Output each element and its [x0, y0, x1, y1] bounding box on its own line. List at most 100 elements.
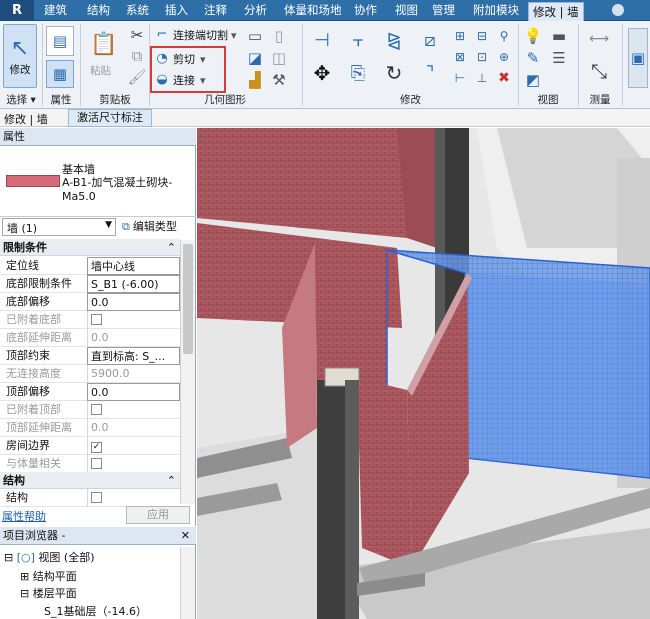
property-value[interactable]: 直到标高: S_...	[87, 347, 180, 365]
unpin-button[interactable]: ⚲	[496, 28, 512, 44]
close-icon[interactable]: ✕	[181, 527, 190, 544]
properties-help-link[interactable]: 属性帮助	[2, 508, 46, 524]
property-value[interactable]: 0.0	[87, 383, 180, 401]
apply-button[interactable]: 应用	[126, 506, 190, 524]
mirror-axis-button[interactable]: ⧎	[382, 28, 406, 52]
property-row[interactable]: 顶部偏移 0.0	[0, 383, 180, 401]
move-button[interactable]: ✥	[310, 60, 334, 86]
tree-item-views[interactable]: ⊟ [○] 视图 (全部)	[4, 549, 95, 565]
tab-systems[interactable]: 系统	[122, 0, 153, 21]
offset-button[interactable]: ⫟	[346, 28, 370, 52]
structure-checkbox-cell[interactable]	[87, 489, 180, 507]
select-group-label[interactable]: 选择 ▾	[0, 93, 42, 107]
ribbon-options-icon[interactable]	[612, 4, 624, 16]
paint-view-button[interactable]: ✎	[524, 49, 542, 67]
property-checkbox[interactable]: ✓	[91, 442, 102, 453]
property-value[interactable]: 墙中心线	[87, 257, 180, 275]
array-button[interactable]: ⊠	[452, 49, 468, 65]
delete-button[interactable]: ✖	[496, 70, 512, 86]
property-row[interactable]: 底部延伸距离 0.0	[0, 329, 180, 347]
property-row[interactable]: 底部限制条件 S_B1 (-6.00)	[0, 275, 180, 293]
property-row[interactable]: 顶部延伸距离 0.0	[0, 419, 180, 437]
tab-manage[interactable]: 管理	[428, 0, 459, 21]
collapse-tree-icon[interactable]: ⊟	[4, 551, 13, 564]
tab-annotate[interactable]: 注释	[200, 0, 231, 21]
copy-button[interactable]: ⧉	[129, 47, 145, 65]
tab-insert[interactable]: 插入	[161, 0, 192, 21]
structure-section[interactable]: 结构 ⌃	[0, 472, 180, 489]
collapse-tree-icon[interactable]: ⊟	[20, 587, 29, 600]
override-button[interactable]: ▬	[550, 27, 568, 45]
hammer-button[interactable]: ⚒	[270, 71, 288, 89]
tab-collaborate[interactable]: 协作	[350, 0, 381, 21]
expand-tree-icon[interactable]: ⊞	[20, 570, 29, 583]
scrollbar-thumb[interactable]	[183, 244, 193, 354]
split-face-button[interactable]: ▯	[270, 27, 288, 45]
dimension-button[interactable]: ⤡	[584, 58, 614, 84]
remove-paint-button[interactable]: ◫	[270, 49, 288, 67]
constraints-section[interactable]: 限制条件 ⌃	[0, 239, 180, 256]
type-selector[interactable]: 基本墙 A-B1-加气混凝土砌块-Ma5.0	[0, 147, 196, 217]
tab-architecture[interactable]: 建筑	[40, 0, 71, 21]
property-row[interactable]: 底部偏移 0.0	[0, 293, 180, 311]
linework-button[interactable]: ☰	[550, 49, 568, 67]
tab-analyze[interactable]: 分析	[240, 0, 271, 21]
app-menu-button[interactable]: R	[0, 0, 34, 21]
property-row[interactable]: 无连接高度 5900.0	[0, 365, 180, 383]
paint-button[interactable]: ◪	[246, 49, 264, 67]
property-row[interactable]: 与体量相关	[0, 455, 180, 473]
rotate-button[interactable]: ↻	[382, 60, 406, 86]
property-row[interactable]: 已附着顶部	[0, 401, 180, 419]
property-value[interactable]: ✓	[87, 437, 180, 455]
tab-addins[interactable]: 附加模块	[469, 0, 523, 21]
split-gap-button[interactable]: ⊟	[474, 28, 490, 44]
measure-button[interactable]: ⟷	[584, 30, 614, 48]
trim-extend-button[interactable]: ⌝	[418, 60, 442, 86]
align-button[interactable]: ⊣	[310, 28, 334, 52]
paste-button[interactable]: 📋	[88, 26, 120, 62]
property-row[interactable]: 顶部约束 直到标高: S_...	[0, 347, 180, 365]
structure-row[interactable]: 结构	[0, 489, 180, 507]
activate-dimensions-tab[interactable]: 激活尺寸标注	[68, 109, 152, 127]
cut-clipboard-button[interactable]: ✂	[129, 26, 145, 44]
property-row[interactable]: 已附着底部	[0, 311, 180, 329]
create-button[interactable]: ▣	[628, 28, 648, 88]
trim-single-button[interactable]: ⊥	[474, 70, 490, 86]
tree-item-level[interactable]: S_1基础层（-14.6）	[44, 603, 147, 619]
hide-button[interactable]: 💡	[524, 27, 543, 45]
brush-icon: ✎	[526, 49, 540, 67]
property-row[interactable]: 定位线 墙中心线	[0, 257, 180, 275]
section-box-button[interactable]: ◩	[524, 71, 542, 89]
pin-button[interactable]: ⊕	[496, 49, 512, 65]
property-label: 与体量相关	[6, 457, 61, 470]
wall-joins-button[interactable]: ▭	[246, 27, 264, 45]
tab-view[interactable]: 视图	[391, 0, 422, 21]
property-value[interactable]: S_B1 (-6.00)	[87, 275, 180, 293]
properties-scrollbar[interactable]	[180, 240, 195, 504]
properties-toggle-button[interactable]: ▦	[46, 60, 74, 88]
tree-item-structural-plans[interactable]: ⊞ 结构平面	[20, 568, 77, 584]
mirror-draw-button[interactable]: ⧄	[418, 28, 442, 52]
tab-massing-site[interactable]: 体量和场地	[280, 0, 346, 21]
property-row[interactable]: 房间边界 ✓	[0, 437, 180, 455]
tab-modify-wall[interactable]: 修改 | 墙	[528, 2, 584, 22]
trim-multiple-button[interactable]: ⊢	[452, 70, 468, 86]
tree-item-floor-plans[interactable]: ⊟ 楼层平面	[20, 585, 77, 601]
move-icon: ✥	[313, 61, 331, 85]
split-element-button[interactable]: ⊞	[452, 28, 468, 44]
join-end-cut-label: 连接端切割	[173, 29, 228, 42]
copy-element-button[interactable]: ⎘	[346, 60, 370, 86]
modify-button[interactable]: ↖ 修改	[3, 24, 37, 88]
tab-structure[interactable]: 结构	[83, 0, 114, 21]
demolish-button[interactable]: ▟	[246, 71, 264, 89]
type-properties-button[interactable]: ▤	[46, 26, 74, 56]
edit-type-button[interactable]: ⧉ 编辑类型	[122, 218, 177, 236]
structure-checkbox[interactable]	[91, 492, 102, 503]
scale-button[interactable]: ⊡	[474, 49, 490, 65]
3d-view-canvas[interactable]	[197, 128, 650, 619]
property-value[interactable]: 0.0	[87, 293, 180, 311]
browser-scrollbar[interactable]	[180, 547, 195, 619]
join-end-cut-button[interactable]: ⌐ 连接端切割 ▾	[154, 27, 237, 43]
match-type-button[interactable]: 🖌	[127, 68, 146, 86]
instance-filter-select[interactable]: 墙 (1) ▼	[2, 218, 116, 236]
